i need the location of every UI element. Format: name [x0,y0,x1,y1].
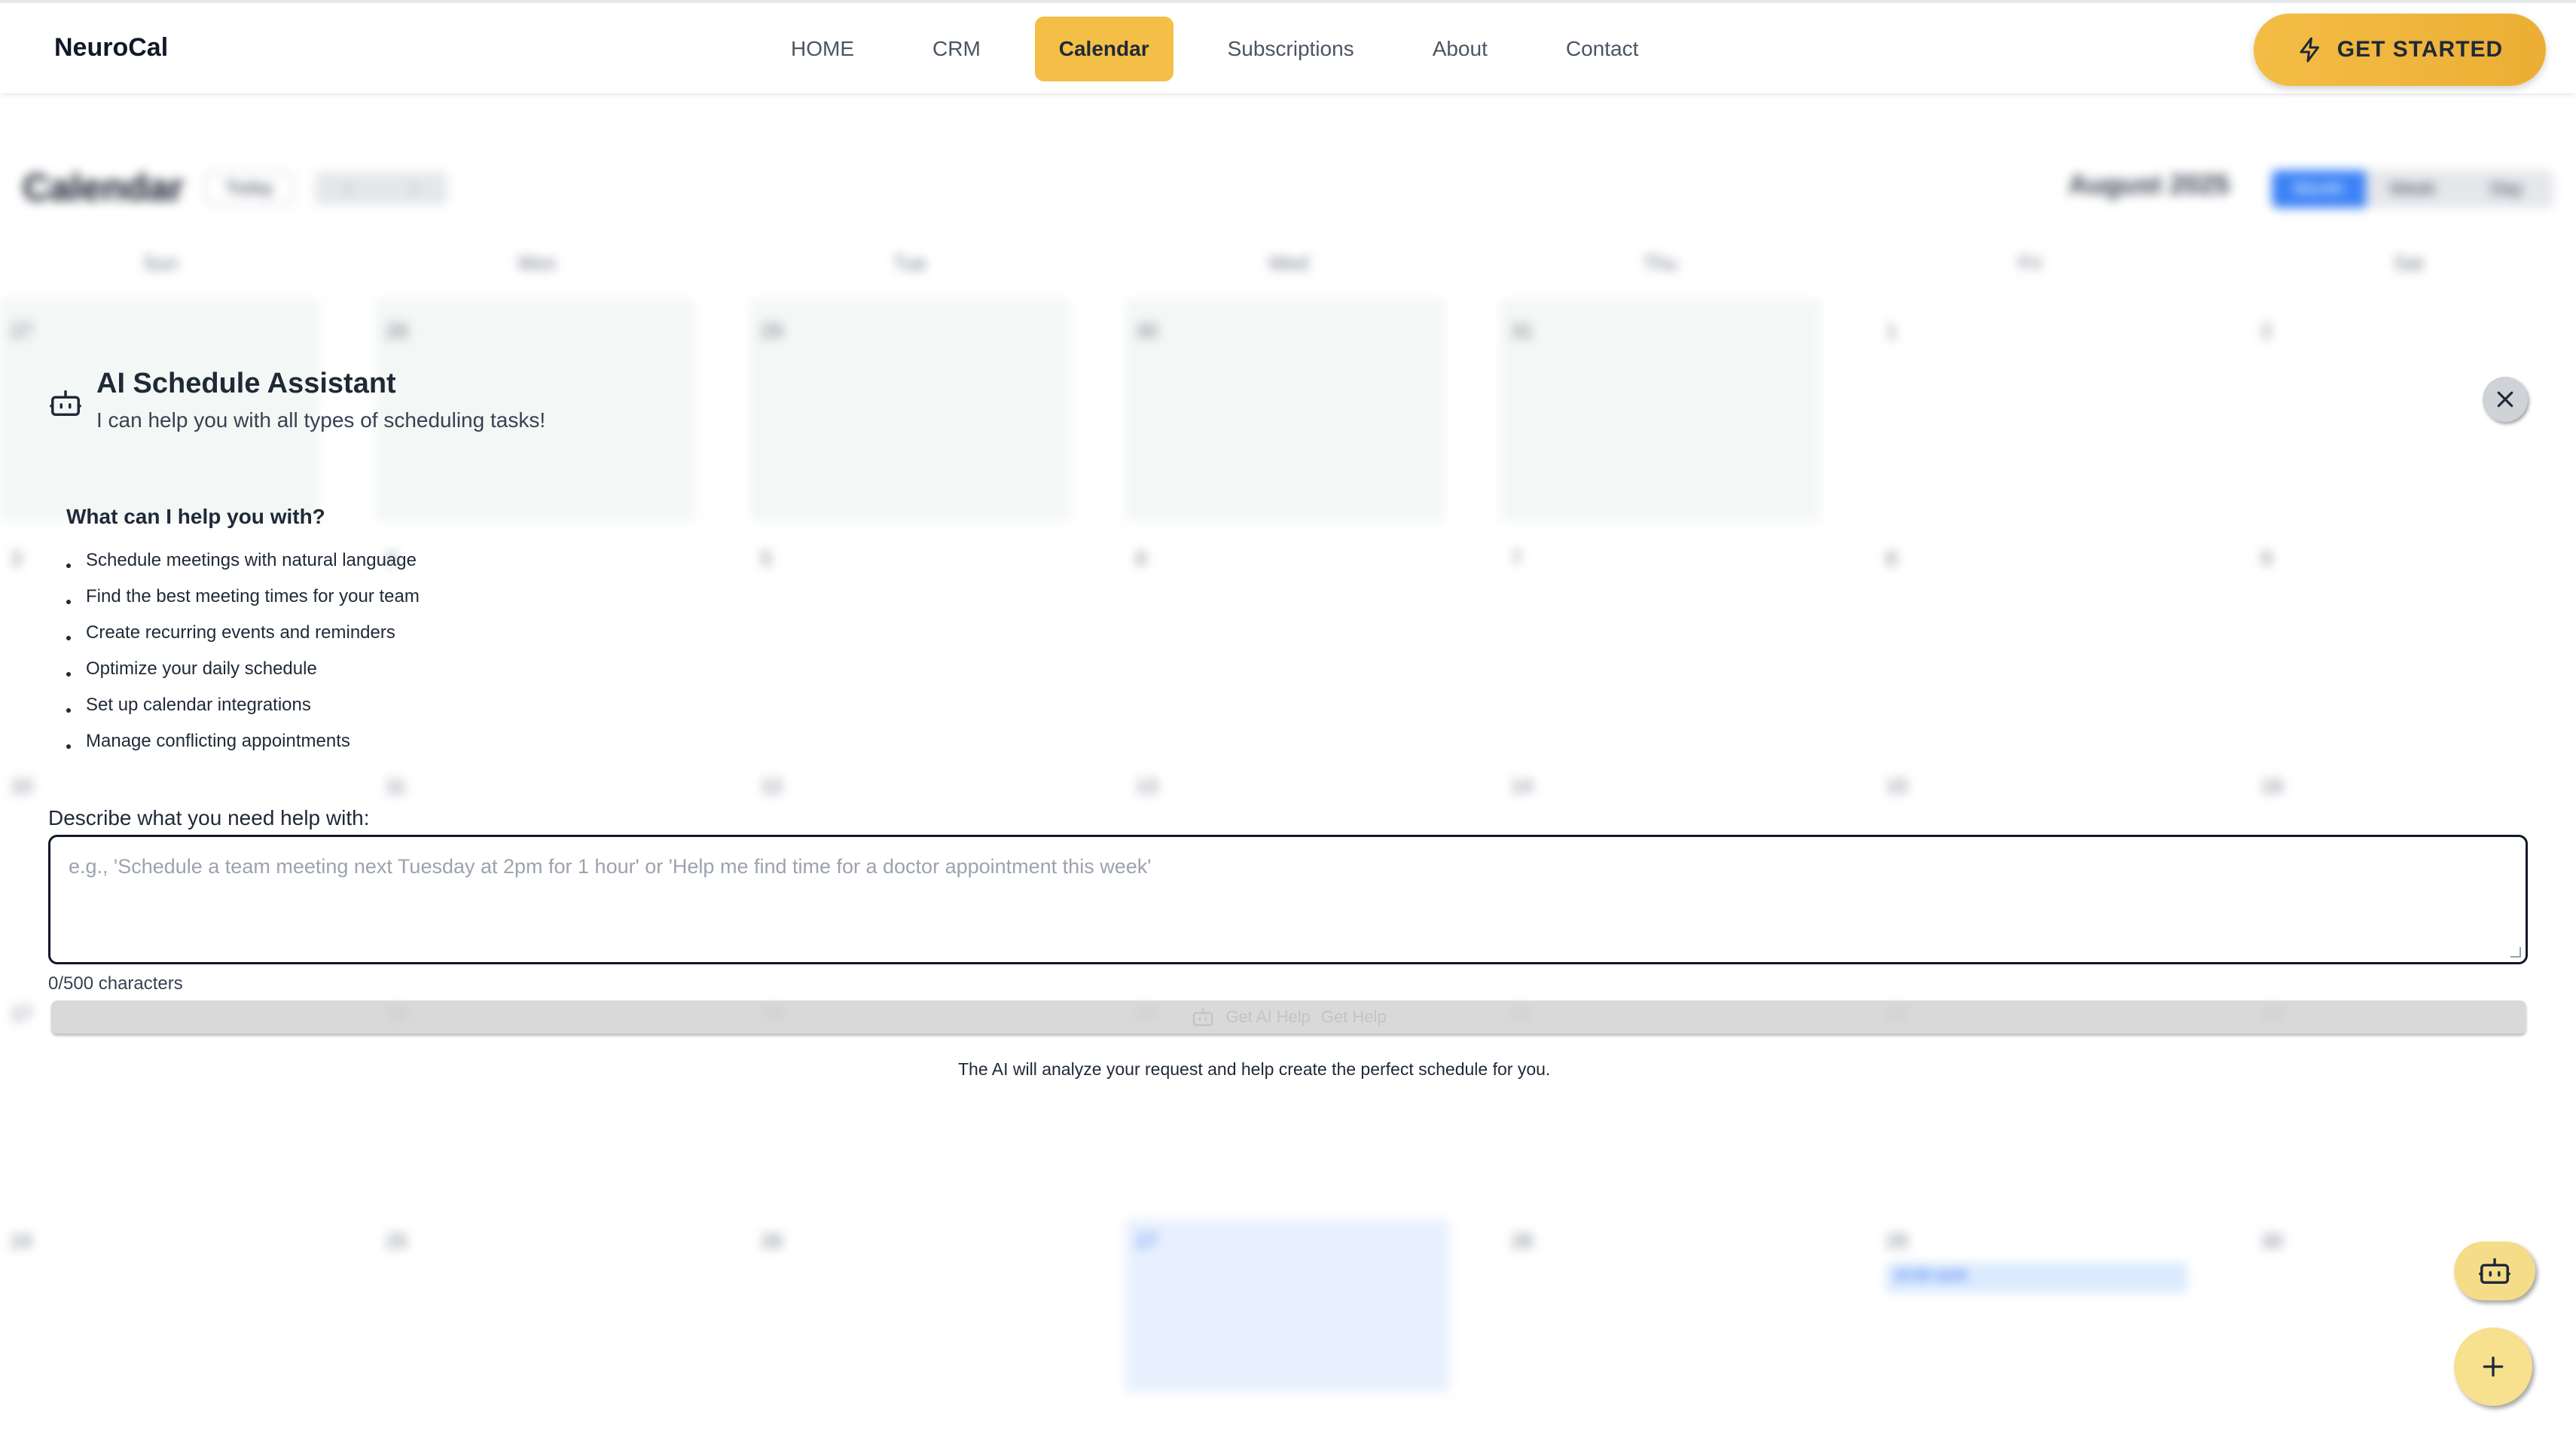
lightning-icon [2300,37,2319,63]
close-button[interactable] [2483,377,2528,422]
bullet-icon [66,564,71,568]
ai-assistant-panel: AI Schedule Assistant I can help you wit… [0,93,2576,1445]
bullet-icon [66,636,71,640]
help-item-text: Create recurring events and reminders [86,622,395,643]
help-item-text: Manage conflicting appointments [86,731,350,751]
plus-icon [2483,1356,2504,1377]
nav-subscriptions[interactable]: Subscriptions [1204,17,1378,81]
help-list-item: Optimize your daily schedule [66,651,420,687]
submit-label-alt: Get Help [1320,1007,1387,1026]
help-list-item: Create recurring events and reminders [66,615,420,651]
bullet-icon [66,708,71,713]
get-ai-help-button[interactable]: Get AI Help Get Help [51,1001,2526,1034]
get-started-button[interactable]: GET STARTED [2254,14,2546,86]
assistant-disclaimer: The AI will analyze your request and hel… [958,1059,1551,1079]
prompt-textarea[interactable] [69,855,2507,944]
ai-assistant-fab[interactable] [2454,1242,2535,1300]
help-list-item: Set up calendar integrations [66,687,420,723]
close-icon [2497,391,2513,408]
help-heading: What can I help you with? [66,505,325,528]
assistant-title: AI Schedule Assistant [96,368,396,399]
help-item-text: Schedule meetings with natural language [86,550,417,570]
top-navbar: NeuroCal HOME CRM Calendar Subscriptions… [0,0,2576,93]
bullet-icon [66,672,71,677]
nav-home[interactable]: HOME [767,17,878,81]
help-item-text: Find the best meeting times for your tea… [86,586,420,606]
help-list-item: Manage conflicting appointments [66,723,420,759]
brand-logo[interactable]: NeuroCal [54,33,168,63]
help-list: Schedule meetings with natural language … [66,542,420,759]
main-nav: HOME CRM Calendar Subscriptions About Co… [767,17,1692,81]
add-event-fab[interactable] [2454,1327,2532,1406]
help-list-item: Schedule meetings with natural language [66,542,420,579]
prompt-label: Describe what you need help with: [48,806,370,829]
nav-about[interactable]: About [1409,17,1512,81]
nav-calendar[interactable]: Calendar [1034,17,1174,81]
help-list-item: Find the best meeting times for your tea… [66,579,420,615]
robot-icon [50,390,81,417]
robot-icon [2479,1257,2510,1285]
bullet-icon [66,600,71,604]
get-started-label: GET STARTED [2336,37,2504,62]
nav-contact[interactable]: Contact [1542,17,1663,81]
submit-label: Get AI Help [1225,1007,1311,1026]
help-item-text: Optimize your daily schedule [86,658,317,679]
nav-crm[interactable]: CRM [908,17,1005,81]
bullet-icon [66,744,71,749]
help-item-text: Set up calendar integrations [86,695,311,715]
resize-handle-icon[interactable] [2510,947,2521,958]
assistant-subtitle: I can help you with all types of schedul… [96,408,546,432]
robot-icon [1193,1008,1213,1026]
prompt-container [48,835,2528,964]
character-counter: 0/500 characters [48,973,183,994]
